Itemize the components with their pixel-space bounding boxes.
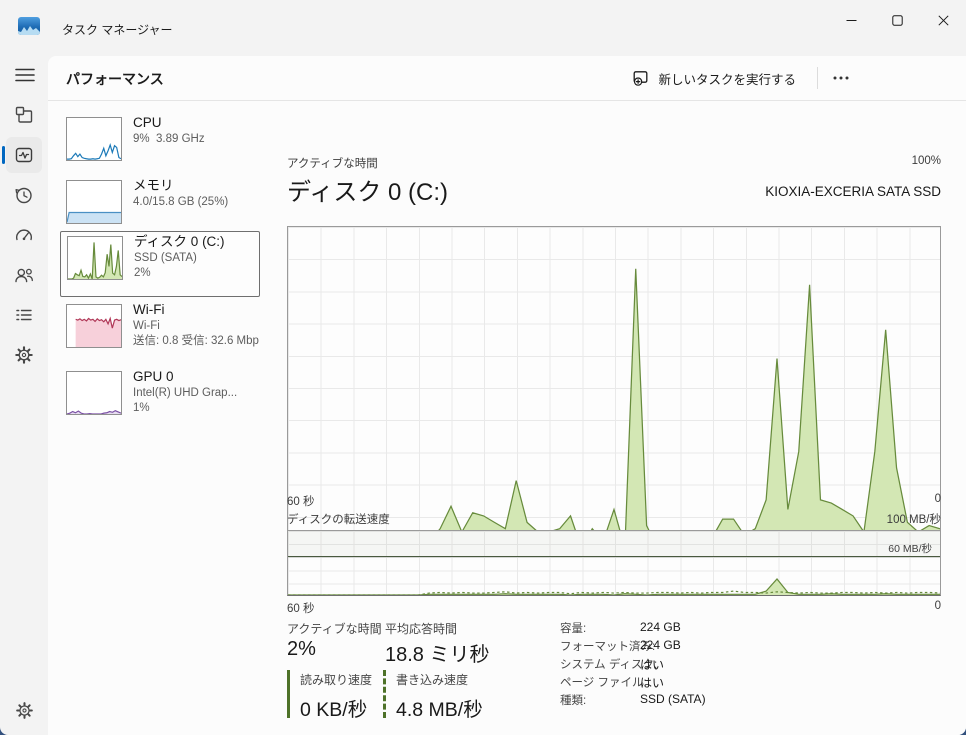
rail-item-settings[interactable] <box>6 692 42 728</box>
wifi-mini-chart <box>66 304 122 348</box>
rail-item-performance[interactable] <box>6 137 42 173</box>
gpu-usage: 1% <box>133 401 259 416</box>
chart1-x-right: 0 <box>935 493 941 505</box>
wifi-subtitle: Wi-Fi <box>133 319 259 334</box>
rail-item-services[interactable] <box>6 337 42 373</box>
sidebar-item-wifi[interactable]: Wi-Fi Wi-Fi 送信: 0.8 受信: 32.6 Mbp <box>60 300 260 366</box>
rail-item-startup-apps[interactable] <box>6 217 42 253</box>
cpu-stats: 9% 3.89 GHz <box>133 132 259 147</box>
task-manager-app-icon <box>18 17 40 35</box>
read-speed-value: 0 KB/秒 <box>300 693 372 722</box>
chart1-label: アクティブな時間 <box>287 155 378 171</box>
page-header: パフォーマンス 新しいタスクを実行する <box>48 56 966 101</box>
transfer-rate-chart: 60 MB/秒 <box>287 530 941 596</box>
settings-gear-icon <box>14 700 35 721</box>
run-new-task-button[interactable]: 新しいタスクを実行する <box>623 63 806 93</box>
active-time-chart <box>287 226 941 549</box>
rail-item-users[interactable] <box>6 257 42 293</box>
memory-stats: 4.0/15.8 GB (25%) <box>133 195 259 210</box>
page-title: パフォーマンス <box>66 69 164 89</box>
disk-usage: 2% <box>134 266 260 281</box>
chart2-x-left: 60 秒 <box>287 600 315 616</box>
header-separator <box>817 67 818 89</box>
write-speed-value: 4.8 MB/秒 <box>396 693 483 722</box>
selected-indicator <box>2 146 5 164</box>
chart2-max-label: 100 MB/秒 <box>887 511 941 527</box>
avg-response-value: 18.8 ミリ秒 <box>385 638 489 667</box>
write-speed-label: 書き込み速度 <box>396 671 483 688</box>
chart1-max-label: 100% <box>912 155 941 167</box>
gpu-title: GPU 0 <box>133 368 259 386</box>
rail-item-app-history[interactable] <box>6 177 42 213</box>
new-task-icon <box>633 70 650 86</box>
chart2-x-right: 0 <box>935 600 941 612</box>
detail-page-file: ページ ファイル: はい <box>560 674 664 692</box>
sidebar-item-disk0[interactable]: ディスク 0 (C:) SSD (SATA) 2% <box>60 231 260 297</box>
window-title: タスク マネージャー <box>62 21 173 38</box>
disk-title: ディスク 0 (C:) <box>134 233 260 251</box>
sidebar-item-memory[interactable]: メモリ 4.0/15.8 GB (25%) <box>60 176 260 238</box>
detail-formatted: フォーマット済み: 224 GB <box>560 638 681 656</box>
startup-apps-icon <box>12 223 36 247</box>
processes-icon <box>12 103 36 127</box>
type-label: 種類: <box>560 692 640 710</box>
type-value: SSD (SATA) <box>640 692 706 710</box>
hamburger-menu-icon[interactable] <box>12 62 38 88</box>
disk-heading: ディスク 0 (C:) <box>287 172 448 207</box>
detail-type: 種類: SSD (SATA) <box>560 692 706 710</box>
cpu-title: CPU <box>133 114 259 132</box>
sidebar-item-cpu[interactable]: CPU 9% 3.89 GHz <box>60 113 260 175</box>
active-time-value: 2% <box>287 638 316 661</box>
rail-item-processes[interactable] <box>6 97 42 133</box>
page-file-value: はい <box>640 674 664 692</box>
capacity-label: 容量: <box>560 620 640 638</box>
navigation-rail <box>0 56 48 735</box>
gpu-mini-chart <box>66 371 122 415</box>
services-icon <box>13 344 35 366</box>
run-new-task-label: 新しいタスクを実行する <box>658 69 796 88</box>
read-speed-block: 読み取り速度 0 KB/秒 <box>287 670 372 718</box>
close-button[interactable] <box>920 0 966 40</box>
chart1-x-left: 60 秒 <box>287 493 315 509</box>
minimize-button[interactable] <box>828 0 874 40</box>
page-file-label: ページ ファイル: <box>560 674 640 692</box>
maximize-button[interactable] <box>874 0 920 40</box>
content-panel: パフォーマンス 新しいタスクを実行する CPU 9% 3.8 <box>48 56 966 735</box>
device-name: KIOXIA-EXCERIA SATA SSD <box>765 184 941 199</box>
wifi-title: Wi-Fi <box>133 301 259 319</box>
users-icon <box>12 263 36 287</box>
detail-system-disk: システム ディスク: はい <box>560 656 664 674</box>
avg-response-label: 平均応答時間 <box>385 620 457 637</box>
memory-title: メモリ <box>133 177 259 195</box>
detail-capacity: 容量: 224 GB <box>560 620 681 638</box>
disk-mini-chart <box>67 236 123 280</box>
system-disk-value: はい <box>640 656 664 674</box>
cpu-mini-chart <box>66 117 122 161</box>
capacity-value: 224 GB <box>640 620 681 638</box>
rail-item-details[interactable] <box>6 297 42 333</box>
chart2-label: ディスクの転送速度 <box>287 511 390 527</box>
wifi-throughput: 送信: 0.8 受信: 32.6 Mbp <box>133 334 259 349</box>
write-speed-block: 書き込み速度 4.8 MB/秒 <box>383 670 483 718</box>
sidebar-item-gpu[interactable]: GPU 0 Intel(R) UHD Grap... 1% <box>60 367 260 433</box>
performance-icon <box>12 143 36 167</box>
gpu-subtitle: Intel(R) UHD Grap... <box>133 386 259 401</box>
task-manager-window: タスク マネージャー <box>0 0 966 735</box>
disk-type: SSD (SATA) <box>134 251 260 266</box>
disk-stats: アクティブな時間 2% 平均応答時間 18.8 ミリ秒 読み取り速度 0 KB/… <box>287 618 941 728</box>
app-history-icon <box>12 183 36 207</box>
more-options-button[interactable] <box>824 63 858 93</box>
formatted-value: 224 GB <box>640 638 681 656</box>
memory-mini-chart <box>66 180 122 224</box>
ellipsis-icon <box>833 76 849 80</box>
details-icon <box>12 303 36 327</box>
active-time-label: アクティブな時間 <box>287 620 382 637</box>
titlebar: タスク マネージャー <box>0 0 966 56</box>
formatted-label: フォーマット済み: <box>560 638 640 656</box>
system-disk-label: システム ディスク: <box>560 656 640 674</box>
read-speed-label: 読み取り速度 <box>300 671 372 688</box>
